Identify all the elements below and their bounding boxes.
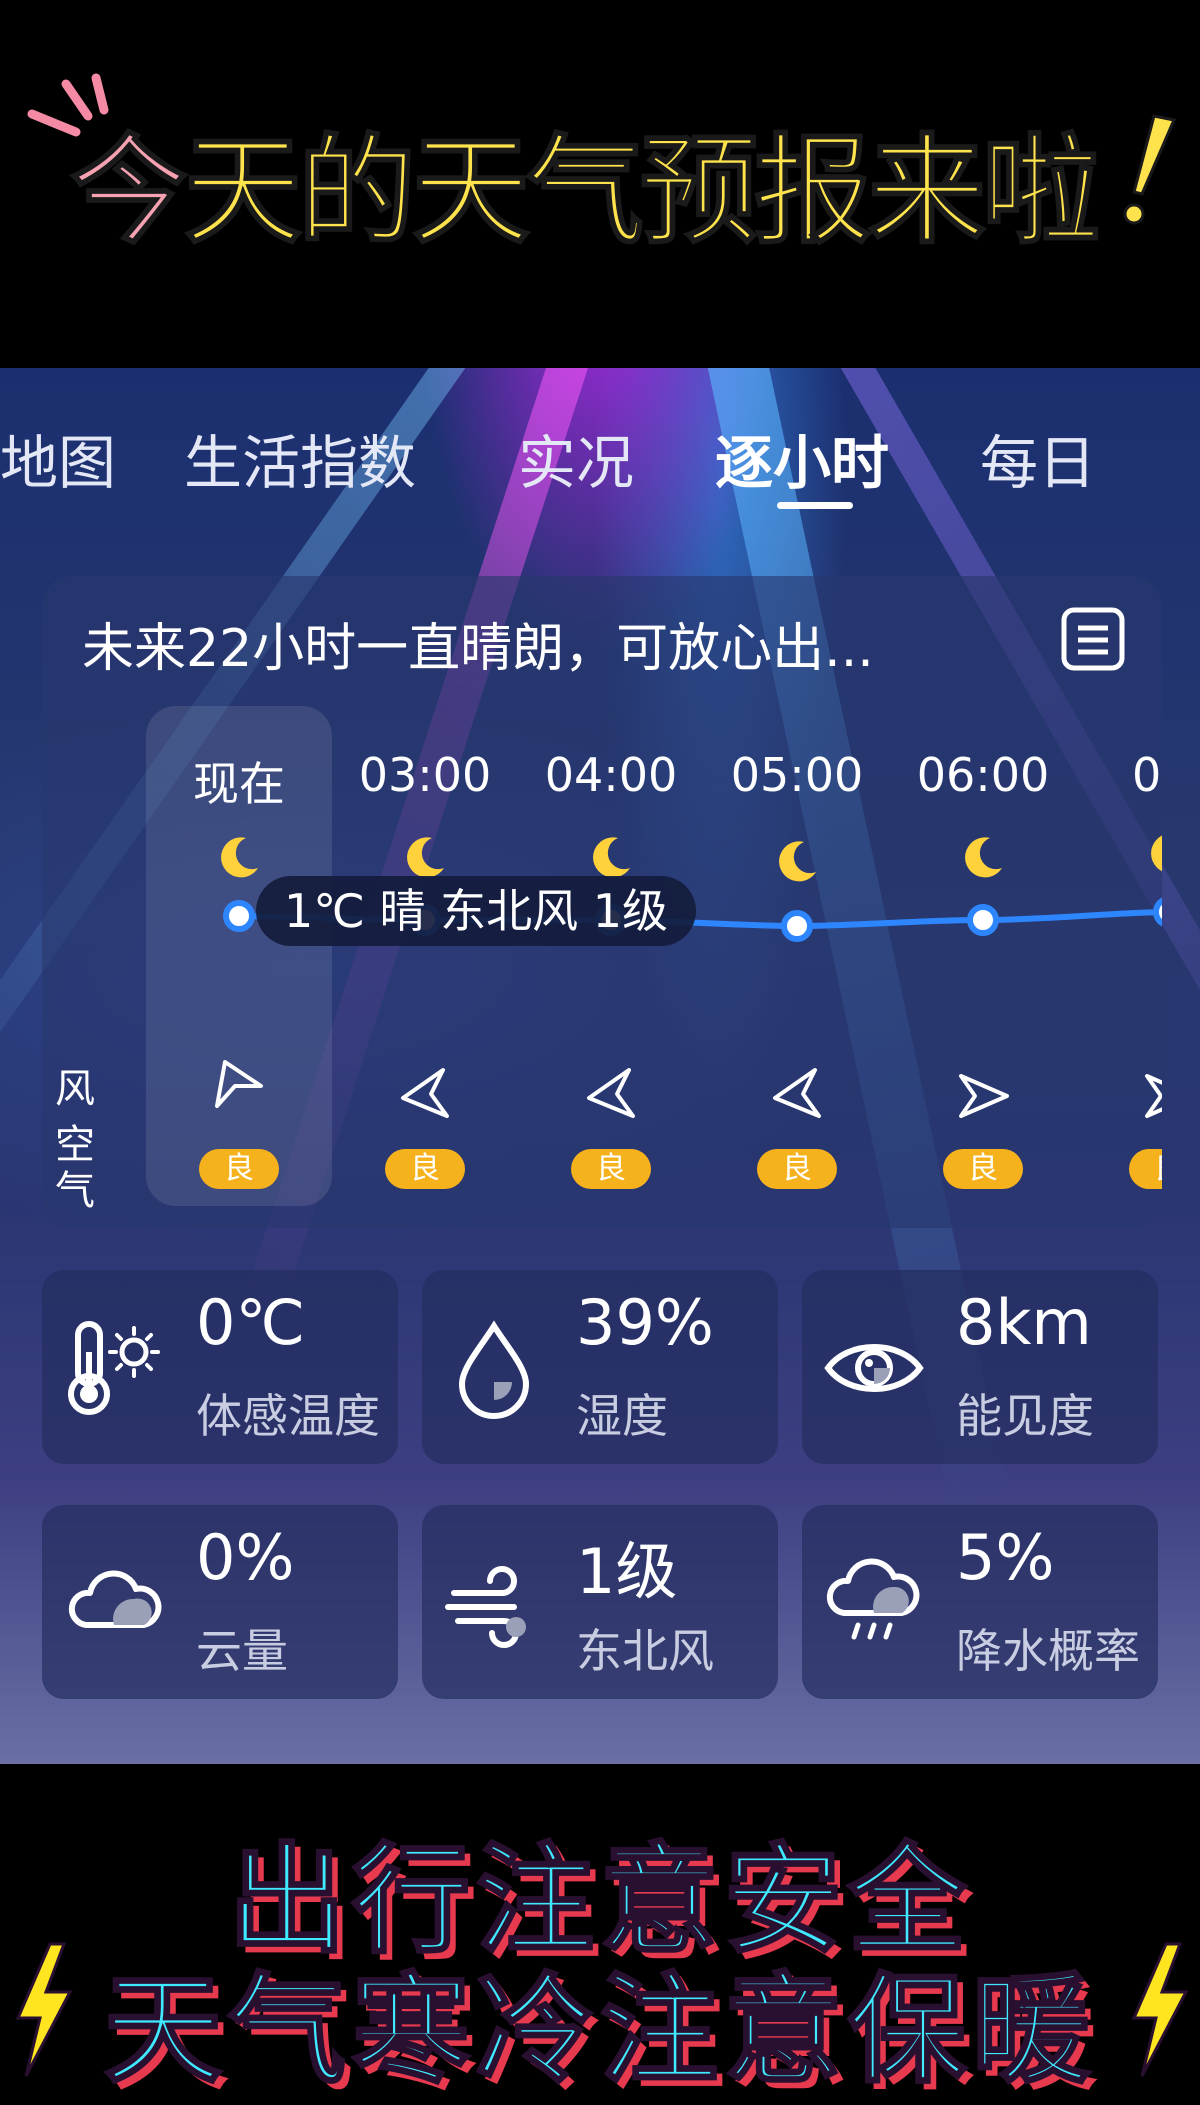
visibility-value: 8km <box>956 1286 1092 1359</box>
hour-tooltip: 1℃ 晴 东北风 1级 <box>256 876 697 946</box>
wind-row-label: 风 <box>55 1066 95 1112</box>
top-banner: 今 天的 天 气预报来啦 <box>0 0 1200 368</box>
hourly-forecast-card: 未来22小时一直晴朗，可放心出... 现在 03:00 04:00 05:00 … <box>42 576 1162 1228</box>
wind-icon <box>445 1566 526 1648</box>
temp-point <box>967 904 999 936</box>
cloud-rain-icon <box>826 1558 920 1640</box>
air-row-label: 空气 <box>55 1122 95 1214</box>
tab-map[interactable]: 地图 <box>0 416 116 500</box>
eye-icon <box>824 1344 924 1392</box>
aqi-badge: 良 <box>199 1149 279 1189</box>
visibility-label: 能见度 <box>956 1389 1094 1443</box>
headline-part-1: 今 <box>69 121 189 261</box>
temp-point <box>1153 897 1162 927</box>
headline-part-3: 天 <box>411 121 531 261</box>
wind-direction-icon <box>587 1068 635 1118</box>
aqi-badge: 良 <box>571 1149 651 1189</box>
cloud-cover-value: 0% <box>196 1521 295 1594</box>
aqi-badge: 良 <box>1129 1149 1162 1189</box>
tile-visibility[interactable]: 8km 能见度 <box>802 1270 1158 1464</box>
tab-bar: 地图 生活指数 实况 逐小时 每日 <box>0 368 1200 528</box>
aqi-badge: 良 <box>943 1149 1023 1189</box>
tile-feels-like[interactable]: 0℃ 体感温度 <box>42 1270 398 1464</box>
wind-direction-icon <box>1145 1074 1162 1118</box>
tile-cloud-cover[interactable]: 0% 云量 <box>42 1505 398 1699</box>
humidity-value: 39% <box>576 1286 714 1359</box>
feels-like-label: 体感温度 <box>196 1389 380 1443</box>
aqi-badge: 良 <box>385 1149 465 1189</box>
precipitation-label: 降水概率 <box>956 1624 1140 1678</box>
tile-precipitation[interactable]: 5% 降水概率 <box>802 1505 1158 1699</box>
droplet-icon <box>458 1320 530 1419</box>
exclamation-icon <box>1123 114 1177 225</box>
hourly-scroll[interactable]: 未来22小时一直晴朗，可放心出... 现在 03:00 04:00 05:00 … <box>42 576 1162 1228</box>
cloud-icon <box>68 1570 162 1628</box>
bottom-banner: 出行注意安全 天气寒冷注意保暖 <box>0 1764 1200 2101</box>
wind-direction-icon <box>959 1074 1009 1118</box>
wind-level-value: 1级 <box>576 1535 678 1608</box>
tab-life-index[interactable]: 生活指数 <box>184 416 416 500</box>
headline-part-2: 天的 <box>183 121 417 261</box>
precipitation-value: 5% <box>956 1521 1055 1594</box>
weather-app: 地图 生活指数 实况 逐小时 每日 未来22小时一直晴朗，可放心出... 现在 … <box>0 368 1200 1764</box>
lightning-icon <box>1131 1942 1189 2077</box>
wind-direction-icon <box>773 1068 821 1118</box>
wind-direction-icon <box>401 1068 449 1118</box>
slogan-line-2: 天气寒冷注意保暖 <box>102 1960 1096 2101</box>
tab-hourly[interactable]: 逐小时 <box>715 416 889 500</box>
thermometer-sun-icon <box>68 1321 160 1415</box>
headline: 今 天的 天 气预报来啦 <box>69 100 1170 261</box>
feels-like-value: 0℃ <box>196 1286 306 1359</box>
temp-point <box>781 910 813 942</box>
headline-part-4: 气预报来啦 <box>525 121 1101 261</box>
active-tab-indicator <box>777 502 853 509</box>
wind-direction-label: 东北风 <box>576 1624 714 1678</box>
humidity-label: 湿度 <box>576 1389 668 1443</box>
aqi-badge: 良 <box>757 1149 837 1189</box>
tab-daily[interactable]: 每日 <box>980 416 1096 500</box>
lightning-icon <box>15 1942 73 2077</box>
tab-live[interactable]: 实况 <box>518 416 634 500</box>
wind-direction-icon <box>215 1060 263 1108</box>
cloud-cover-label: 云量 <box>196 1624 288 1678</box>
tile-humidity[interactable]: 39% 湿度 <box>422 1270 778 1464</box>
temp-point <box>223 900 255 932</box>
tile-wind[interactable]: 1级 东北风 <box>422 1505 778 1699</box>
